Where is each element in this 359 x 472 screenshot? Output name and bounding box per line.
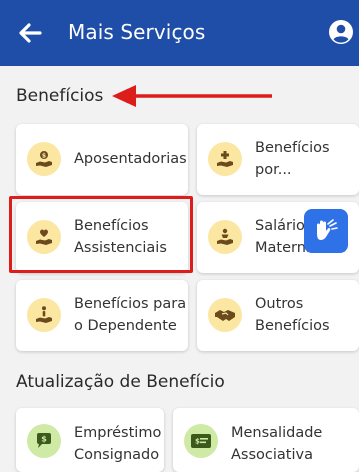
card-label: Outros Benefícios: [255, 296, 330, 334]
service-card-emprestimo-consignado[interactable]: $ Empréstimo Consignado: [16, 408, 164, 472]
back-arrow-icon[interactable]: [16, 19, 44, 47]
section-title-beneficios: Benefícios: [16, 86, 104, 106]
svg-text:$: $: [42, 152, 46, 159]
card-label: Empréstimo Consignado: [74, 425, 162, 463]
card-label: Benefícios por...: [255, 140, 330, 178]
handshake-icon: [208, 298, 242, 332]
svg-text:$: $: [41, 435, 47, 444]
hand-baby-icon: [208, 220, 242, 254]
card-label: Mensalidade Associativa: [231, 425, 323, 463]
service-card-beneficios-dependente[interactable]: Benefícios para o Dependente: [16, 280, 188, 351]
svg-text:$: $: [195, 438, 200, 446]
annotation-arrow: [112, 85, 272, 107]
hand-person-icon: [27, 298, 61, 332]
account-icon[interactable]: [326, 17, 356, 47]
service-card-outros-beneficios[interactable]: Outros Benefícios: [197, 280, 359, 351]
card-icon: $: [184, 424, 218, 458]
app-bar: Mais Serviços: [0, 0, 359, 66]
accessibility-button[interactable]: [304, 209, 348, 253]
service-card-beneficios-por[interactable]: Benefícios por...: [197, 124, 359, 195]
page-title: Mais Serviços: [68, 20, 206, 44]
card-label: Benefícios para o Dependente: [74, 296, 187, 334]
annotation-highlight-box: [9, 196, 193, 273]
service-card-mensalidade-associativa[interactable]: $ Mensalidade Associativa: [173, 408, 359, 472]
sign-language-icon: [317, 219, 338, 240]
service-card-aposentadorias[interactable]: $ Aposentadorias: [16, 124, 188, 195]
hand-plus-icon: [208, 142, 242, 176]
money-chat-icon: $: [27, 424, 61, 458]
card-label: Aposentadorias: [74, 151, 187, 167]
section-title-atualizacao: Atualização de Benefício: [16, 372, 225, 392]
hand-coin-icon: $: [27, 142, 61, 176]
